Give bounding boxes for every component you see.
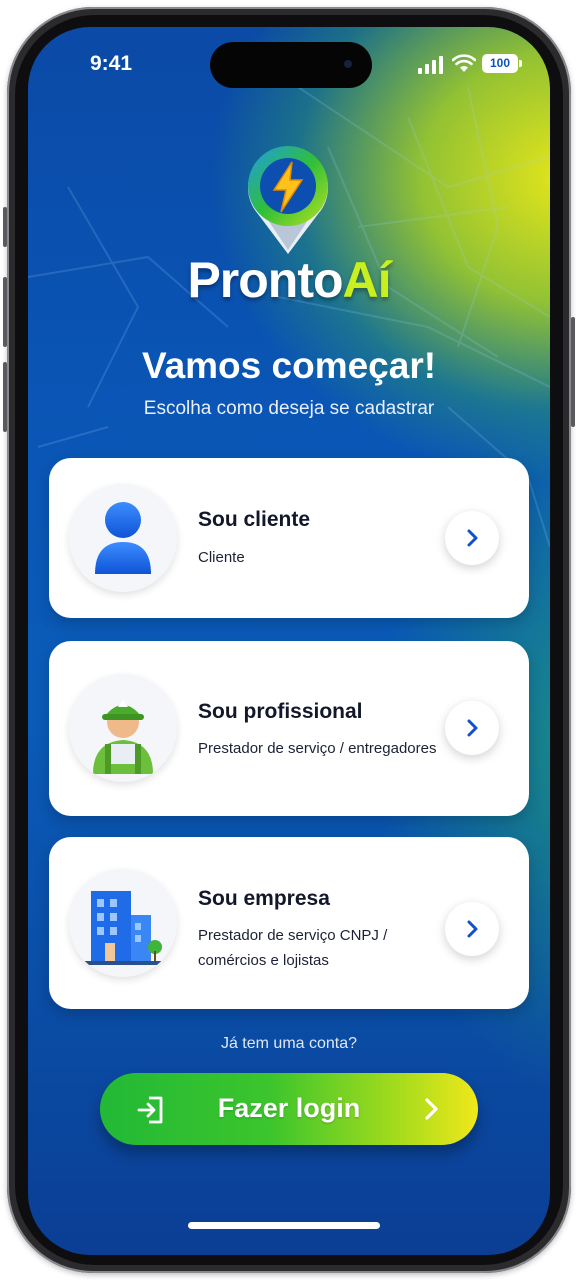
cellular-signal-icon bbox=[418, 56, 443, 74]
dynamic-island bbox=[210, 42, 372, 88]
brand-name-part1: Pronto bbox=[187, 252, 343, 308]
camera-dot bbox=[344, 60, 352, 68]
option-card-cliente[interactable]: Sou cliente Cliente bbox=[49, 458, 529, 618]
option-title: Sou empresa bbox=[198, 887, 330, 910]
page-subtitle: Escolha como deseja se cadastrar bbox=[143, 398, 435, 419]
avatar-cliente bbox=[69, 484, 177, 592]
option-subtitle: Cliente bbox=[198, 549, 245, 566]
chevron-right-button[interactable] bbox=[445, 902, 499, 956]
chevron-right-button[interactable] bbox=[445, 511, 499, 565]
chevron-right-icon bbox=[467, 719, 478, 737]
option-card-empresa[interactable]: Sou empresa Prestador de serviço CNPJ / … bbox=[49, 837, 529, 1009]
battery-icon: 100 bbox=[482, 54, 522, 73]
status-bar: 9:41 100 bbox=[28, 27, 550, 88]
power-button bbox=[571, 317, 575, 427]
pin-lightning-logo-icon bbox=[248, 146, 328, 254]
chevron-right-icon bbox=[425, 1098, 438, 1120]
user-icon bbox=[95, 502, 151, 574]
volume-up-button bbox=[3, 277, 7, 347]
volume-down-button bbox=[3, 362, 7, 432]
home-indicator[interactable] bbox=[188, 1222, 380, 1229]
worker-icon bbox=[93, 700, 153, 774]
avatar-profissional bbox=[69, 674, 177, 782]
action-button bbox=[3, 207, 7, 247]
page-title: Vamos começar! bbox=[141, 345, 437, 386]
building-icon bbox=[85, 891, 162, 965]
chevron-right-button[interactable] bbox=[445, 701, 499, 755]
clock: 9:41 bbox=[90, 52, 133, 75]
brand-wordmark: ProntoAí bbox=[28, 251, 550, 309]
option-card-profissional[interactable]: Sou profissional Prestador de serviço / … bbox=[49, 641, 529, 816]
chevron-right-icon bbox=[467, 920, 478, 938]
avatar-empresa bbox=[69, 869, 177, 977]
option-title: Sou profissional bbox=[198, 700, 363, 723]
brand-name-part2: Aí bbox=[342, 252, 392, 308]
option-subtitle: Prestador de serviço CNPJ / comércios e … bbox=[198, 927, 388, 969]
have-account-prompt: Já tem uma conta? bbox=[220, 1035, 358, 1052]
wifi-icon bbox=[452, 54, 476, 72]
login-button[interactable]: Fazer login bbox=[100, 1073, 478, 1145]
chevron-right-icon bbox=[467, 529, 478, 547]
screen: 9:41 100 ProntoAí Vamos começar! Escolha… bbox=[28, 27, 550, 1255]
option-subtitle: Prestador de serviço / entregadores bbox=[198, 740, 437, 757]
option-title: Sou cliente bbox=[198, 508, 311, 531]
